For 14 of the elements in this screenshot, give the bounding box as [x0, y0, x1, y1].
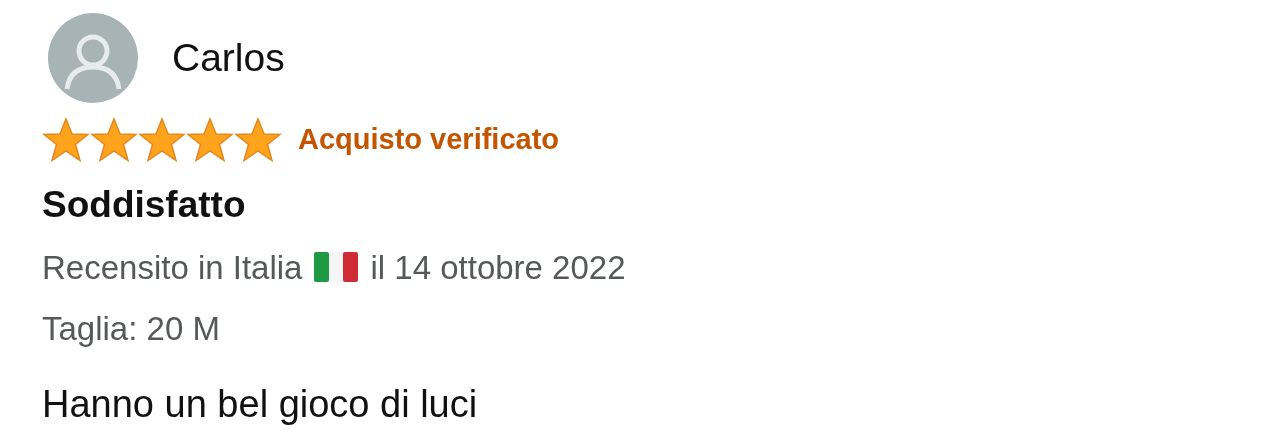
avatar-icon — [48, 13, 138, 103]
flag-icon — [314, 252, 359, 283]
star-icon — [90, 117, 138, 163]
star-icon — [138, 117, 186, 163]
review-text: Hanno un bel gioco di luci — [42, 381, 479, 427]
star-icon — [234, 117, 282, 163]
star-icon — [42, 117, 90, 163]
verified-purchase-label: Acquisto verificato — [298, 122, 560, 158]
reviewer-name: Carlos — [172, 34, 285, 81]
review-date: il 14 ottobre 2022 — [370, 247, 626, 288]
size-variant: Taglia: 20 M — [42, 309, 221, 349]
review-origin: Recensito in Italia — [42, 247, 303, 288]
review-title: Soddisfatto — [42, 183, 247, 227]
star-icon — [186, 117, 234, 163]
